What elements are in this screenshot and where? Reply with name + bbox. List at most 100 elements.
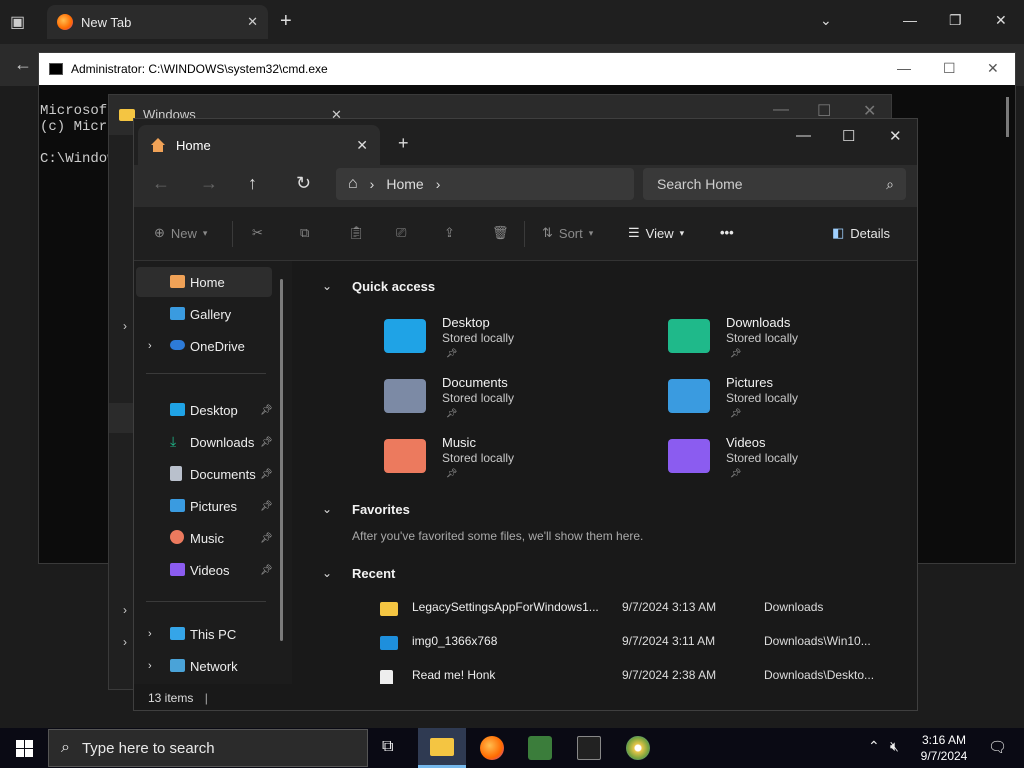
details-button[interactable]: ◧ Details [832,225,890,241]
section-heading-recent[interactable]: Recent [352,566,395,581]
tab-overflow-chevron-icon[interactable]: ⌄ [820,12,832,29]
chevron-down-icon[interactable]: ⌄ [322,566,332,580]
sidebar-item-gallery[interactable]: Gallery [136,299,272,329]
item-name: Desktop [442,315,490,330]
quick-access-item-music[interactable]: Music Stored locally 📌︎ [384,435,634,487]
quick-access-item-pictures[interactable]: Pictures Stored locally 📌︎ [668,375,917,427]
recent-row[interactable]: LegacySettingsAppForWindows1... 9/7/2024… [380,600,900,630]
sidebar-item-home[interactable]: Home [136,267,272,297]
item-status: Stored locally [442,391,515,405]
new-tab-button[interactable]: + [398,133,409,154]
sidebar-item-downloads[interactable]: ⤓ Downloads 📌︎ [136,427,273,457]
section-heading-favorites[interactable]: Favorites [352,502,410,517]
refresh-icon[interactable]: ↻ [296,173,311,194]
section-heading-quick-access[interactable]: Quick access [352,279,435,294]
close-tab-icon[interactable]: ✕ [356,137,368,154]
sidebar-scrollbar[interactable] [280,279,283,641]
taskbar-search-input[interactable]: ⌕ Type here to search [48,729,368,767]
chevron-right-icon[interactable]: › [148,628,152,640]
chevron-right-icon[interactable]: › [148,340,152,352]
chevron-up-icon[interactable]: ⌃ [868,738,880,755]
new-tab-button[interactable]: + [280,10,292,33]
app-icon[interactable] [626,736,650,760]
up-arrow-icon[interactable]: ↑ [248,173,257,194]
back-arrow-icon[interactable]: ← [152,173,170,194]
pin-icon[interactable]: 📌︎ [260,533,273,544]
pin-icon[interactable]: 📌︎ [260,437,273,448]
clock-time: 3:16 AM [921,733,967,747]
close-tab-icon[interactable]: ✕ [247,14,258,30]
sidebar-item-pictures[interactable]: Pictures 📌︎ [136,491,273,521]
delete-icon[interactable]: 🗑︎ [492,225,509,241]
taskbar-file-explorer[interactable] [418,728,466,768]
tab-home[interactable]: Home ✕ [138,125,380,165]
cut-icon[interactable]: ✂ [252,225,263,241]
sidebar-item-videos[interactable]: Videos 📌︎ [136,555,273,585]
recent-row[interactable]: img0_1366x768 9/7/2024 3:11 AM Downloads… [380,634,900,664]
view-button[interactable]: ☰ View ▾ [628,225,684,241]
back-arrow-icon[interactable]: ← [14,54,32,75]
minimize-icon[interactable]: — [796,127,811,144]
sidebar-item-music[interactable]: Music 📌︎ [136,523,273,553]
maximize-icon[interactable]: ☐ [842,127,855,145]
close-icon[interactable]: ✕ [889,127,902,145]
divider [146,373,266,374]
sidebar-item-documents[interactable]: Documents 📌︎ [136,459,273,489]
firefox-icon [57,14,73,30]
minimize-icon[interactable]: — [903,12,917,28]
notifications-icon[interactable]: 🗨︎ [988,738,1007,756]
system-clock[interactable]: 3:16 AM 9/7/2024 [912,732,976,764]
breadcrumb-separator-icon[interactable]: › [370,176,375,192]
start-windows-icon[interactable] [16,740,33,757]
search-input[interactable]: Search Home ⌕ [643,168,906,200]
browser-tab-new-tab[interactable]: New Tab ✕ [47,5,268,39]
chevron-down-icon[interactable]: ⌄ [322,279,332,293]
address-bar[interactable]: ⌂ › Home › [336,168,634,200]
quick-access-item-videos[interactable]: Videos Stored locally 📌︎ [668,435,917,487]
quick-access-item-documents[interactable]: Documents Stored locally 📌︎ [384,375,634,427]
chevron-right-icon[interactable]: › [148,660,152,672]
chevron-down-icon[interactable]: ⌄ [322,502,332,516]
new-button[interactable]: ⊕ New ▾ [154,225,207,241]
firefox-icon[interactable] [480,736,504,760]
item-count: 13 items [148,691,194,705]
speaker-muted-icon[interactable]: 🔇︎ [890,738,899,755]
tab-title: Home [176,137,211,153]
sidebar-item-network[interactable]: › Network [136,651,272,681]
paste-icon[interactable]: 📋︎ [348,225,365,241]
task-manager-icon[interactable] [528,736,552,760]
copy-icon[interactable]: ⧉ [300,225,309,241]
pin-icon[interactable]: 📌︎ [260,405,273,416]
cmd-minimize-icon[interactable]: — [897,60,911,76]
pin-icon[interactable]: 📌︎ [260,501,273,512]
background-minimize-icon[interactable]: — [773,101,789,119]
cmd-scrollbar[interactable] [1006,97,1009,137]
sidebar-item-this-pc[interactable]: › This PC [136,619,272,649]
command-bar: ⊕ New ▾ ✂ ⧉ 📋︎ ⎚ ⇪ 🗑︎ ⇅ Sort ▾ ☰ View ▾ … [134,207,917,261]
more-options-icon[interactable]: ••• [720,225,734,240]
quick-access-item-downloads[interactable]: Downloads Stored locally 📌︎ [668,315,917,367]
sidebar-item-desktop[interactable]: Desktop 📌︎ [136,395,273,425]
cmd-close-icon[interactable]: ✕ [987,60,999,77]
divider [146,601,266,602]
tab-list-icon[interactable]: ▣ [10,12,25,32]
terminal-icon[interactable] [577,736,601,760]
rename-icon[interactable]: ⎚ [396,225,406,241]
task-view-icon[interactable]: ⧉ [382,738,406,762]
sort-button[interactable]: ⇅ Sort ▾ [542,225,593,241]
sidebar-item-onedrive[interactable]: › OneDrive [136,331,272,361]
pin-icon[interactable]: 📌︎ [260,469,273,480]
details-pane-icon: ◧ [832,225,845,240]
breadcrumb-home[interactable]: Home [386,176,423,192]
quick-access-item-desktop[interactable]: Desktop Stored locally 📌︎ [384,315,634,367]
cmd-icon [49,63,63,75]
pin-icon: 📌︎ [446,468,458,478]
share-icon[interactable]: ⇪ [444,225,455,241]
desktop-folder-icon [384,319,426,353]
breadcrumb-separator-icon[interactable]: › [436,176,441,192]
restore-icon[interactable]: ❐ [949,12,962,29]
cmd-maximize-icon[interactable]: ☐ [943,60,956,77]
forward-arrow-icon[interactable]: → [200,173,218,194]
pin-icon[interactable]: 📌︎ [260,565,273,576]
close-icon[interactable]: ✕ [995,12,1007,29]
